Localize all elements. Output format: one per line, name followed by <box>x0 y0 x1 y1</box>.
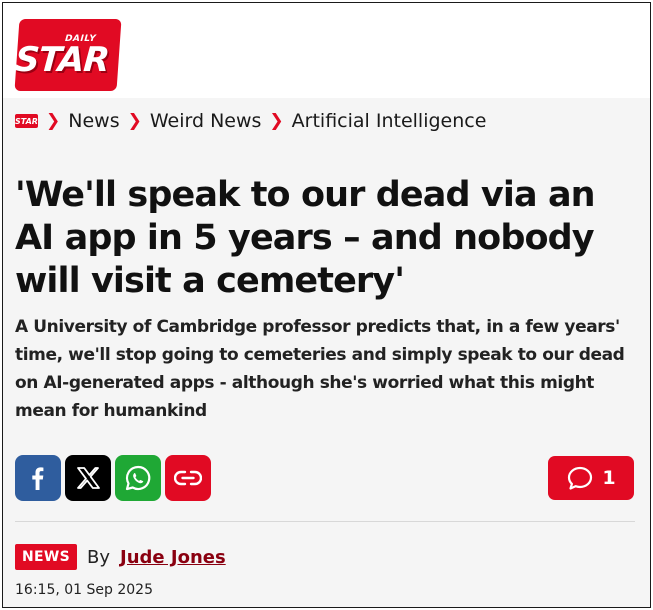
article-area: STAR ❯ News ❯ Weird News ❯ Artificial In… <box>3 98 650 607</box>
news-badge[interactable]: NEWS <box>15 544 78 570</box>
breadcrumb-item-weird-news[interactable]: Weird News <box>150 110 262 132</box>
logo-text: STAR <box>13 40 111 80</box>
copy-link-button[interactable] <box>165 455 211 501</box>
share-whatsapp-button[interactable] <box>115 455 161 501</box>
share-facebook-button[interactable] <box>15 455 61 501</box>
whatsapp-icon <box>125 465 151 491</box>
breadcrumb-home-logo[interactable]: STAR <box>15 114 38 128</box>
site-header: DAILY STAR <box>3 3 650 98</box>
comment-icon <box>568 466 593 490</box>
x-icon <box>77 467 100 489</box>
breadcrumb-item-news[interactable]: News <box>68 110 119 132</box>
author-link[interactable]: Jude Jones <box>120 547 226 568</box>
daily-star-logo[interactable]: DAILY STAR <box>13 19 122 91</box>
share-bar <box>15 455 211 501</box>
chevron-right-icon: ❯ <box>46 111 61 131</box>
chevron-right-icon: ❯ <box>269 111 284 131</box>
byline: NEWS By Jude Jones <box>15 544 226 570</box>
page-frame: DAILY STAR STAR ❯ News ❯ Weird News ❯ Ar… <box>2 2 651 608</box>
publish-timestamp: 16:15, 01 Sep 2025 <box>15 582 153 598</box>
comment-count: 1 <box>602 467 616 489</box>
article-headline: 'We'll speak to our dead via an AI app i… <box>15 175 596 301</box>
breadcrumb: STAR ❯ News ❯ Weird News ❯ Artificial In… <box>15 108 486 134</box>
share-x-button[interactable] <box>65 455 111 501</box>
link-icon <box>174 470 202 486</box>
byline-prefix: By <box>87 546 111 568</box>
article-standfirst: A University of Cambridge professor pred… <box>15 317 625 421</box>
divider <box>15 521 635 522</box>
breadcrumb-item-artificial-intelligence[interactable]: Artificial Intelligence <box>292 110 487 132</box>
facebook-icon <box>32 467 44 490</box>
chevron-right-icon: ❯ <box>127 111 142 131</box>
comments-button[interactable]: 1 <box>548 456 634 500</box>
